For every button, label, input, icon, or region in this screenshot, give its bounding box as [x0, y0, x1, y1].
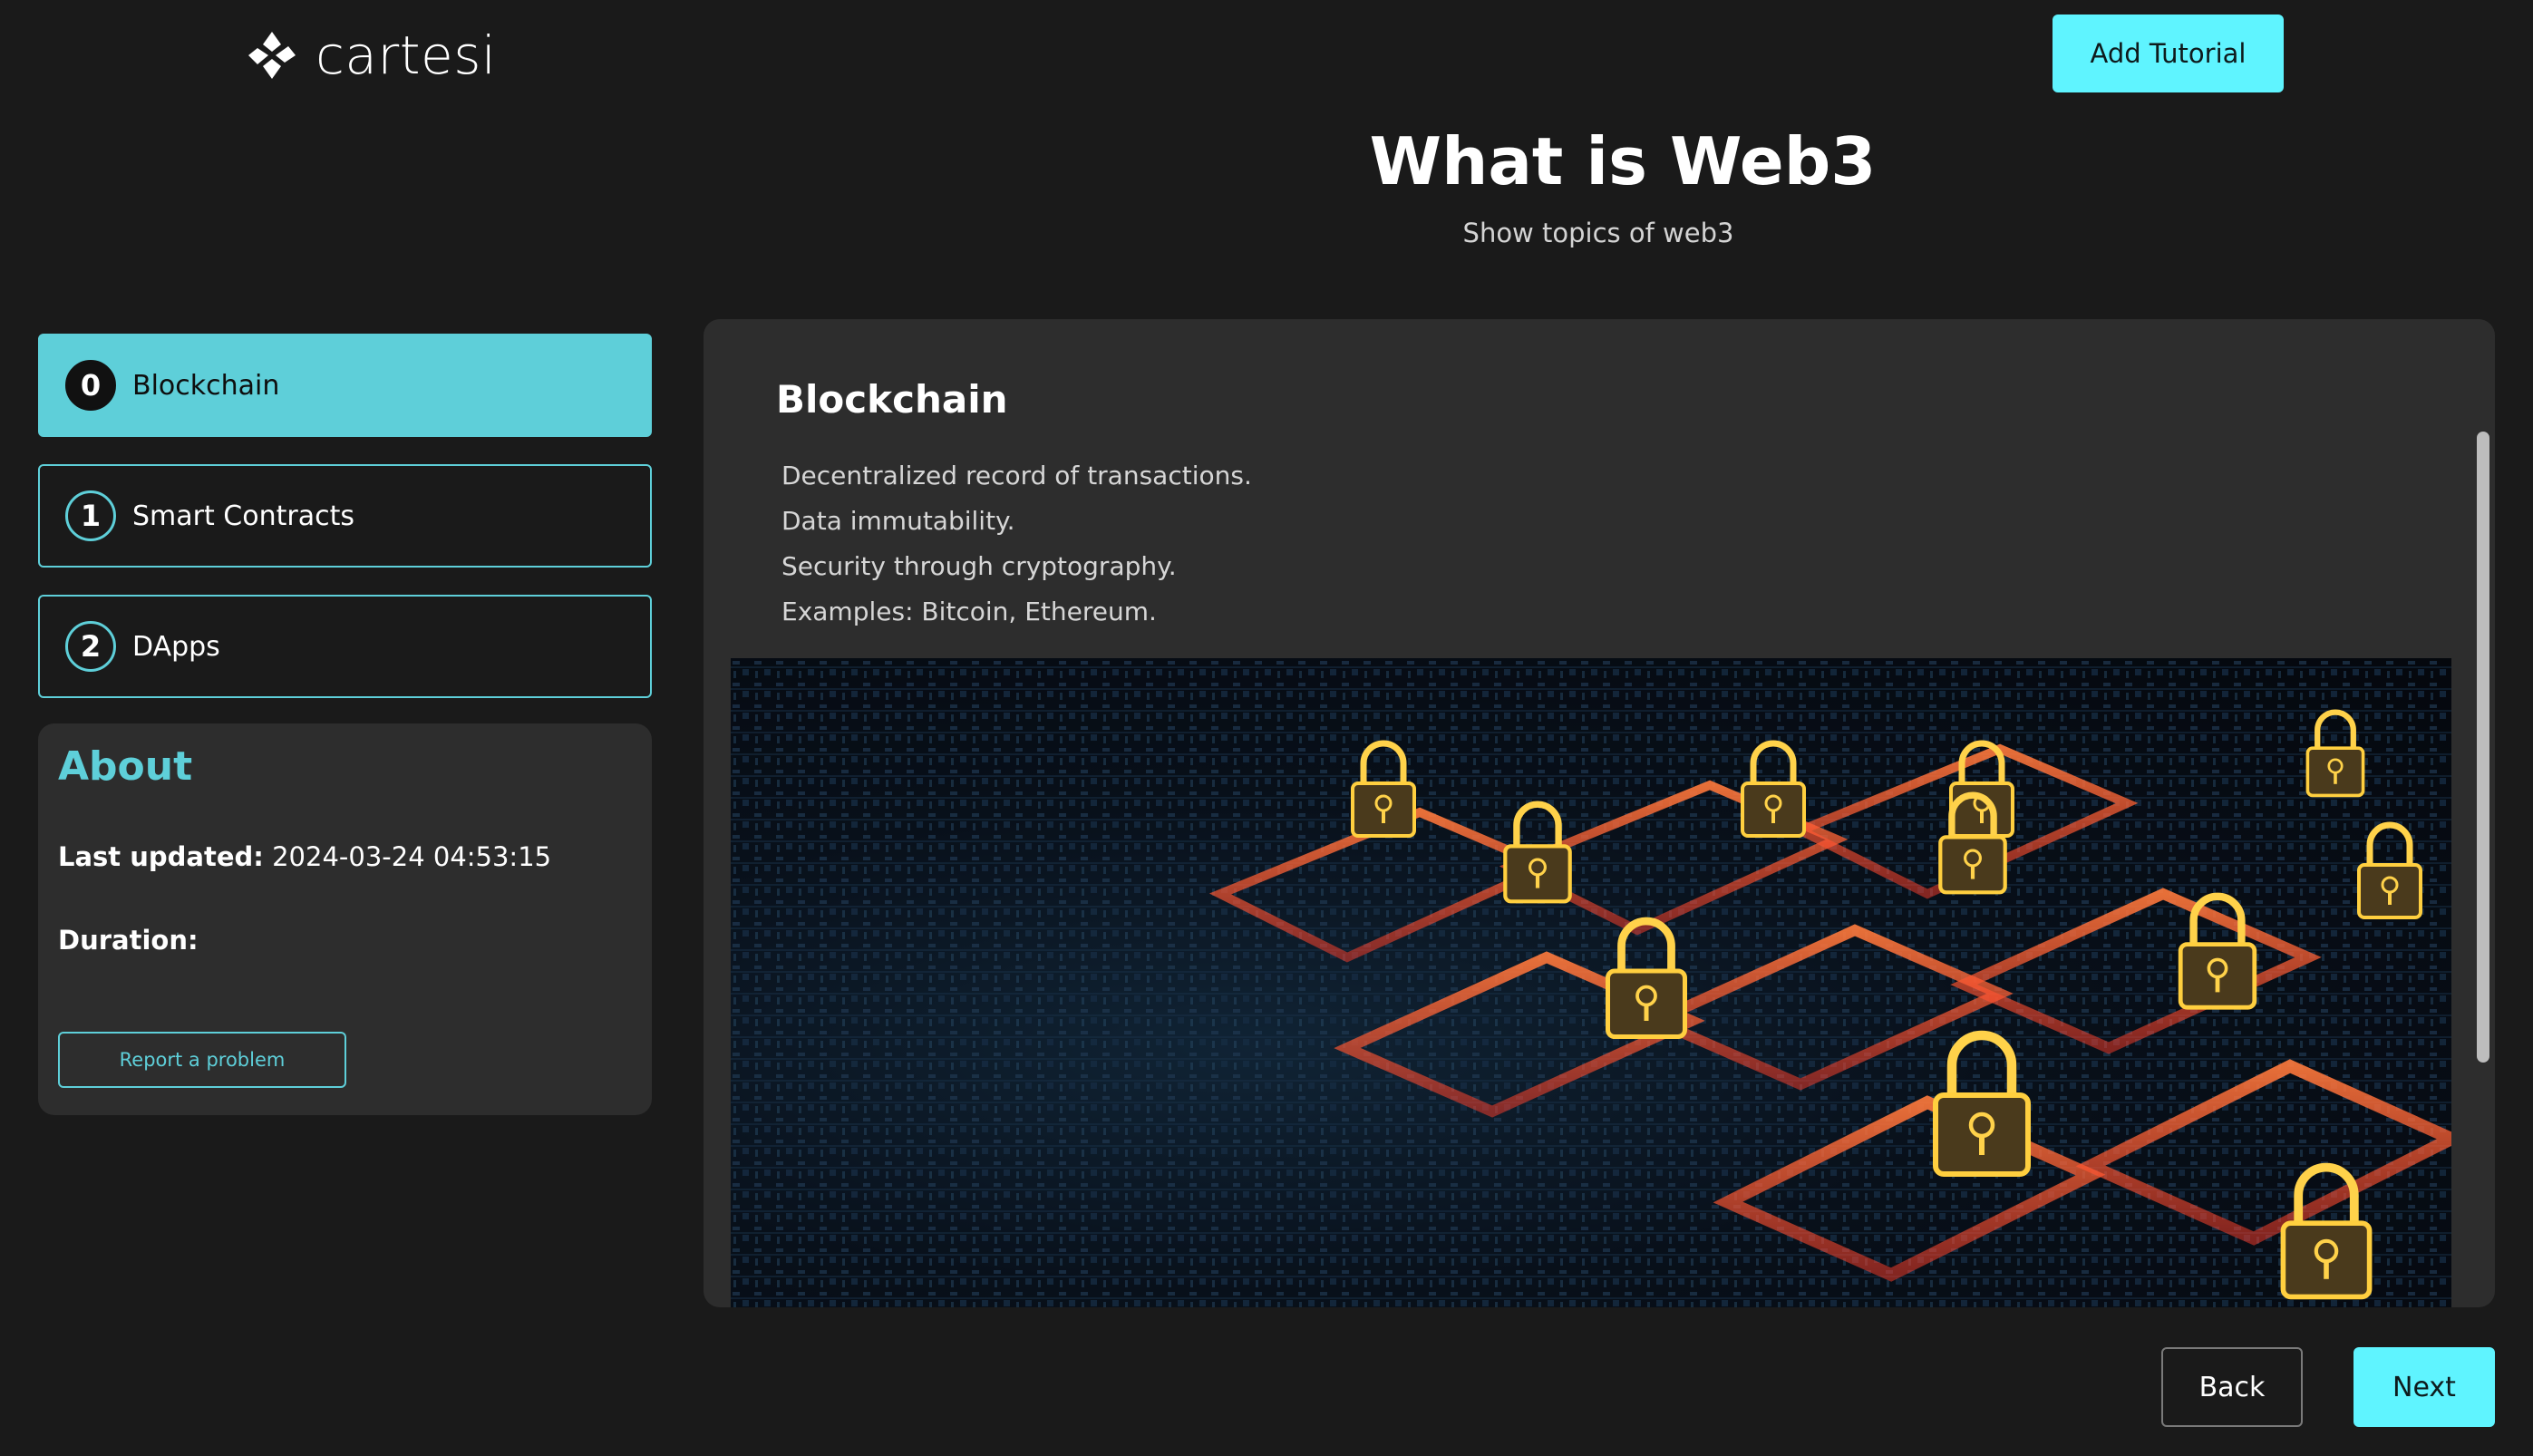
- step-number-badge: 1: [65, 490, 116, 541]
- cartesi-logo[interactable]: cartesi: [245, 20, 497, 91]
- step-number-badge: 2: [65, 621, 116, 672]
- content-title: Blockchain: [776, 377, 1008, 422]
- step-smart-contracts[interactable]: 1 Smart Contracts: [38, 464, 652, 568]
- tutorial-page: cartesi Add Tutorial What is Web3 Show t…: [0, 0, 2533, 1456]
- duration-row: Duration:: [58, 925, 199, 956]
- last-updated-row: Last updated: 2024-03-24 04:53:15: [58, 841, 551, 872]
- page-subtitle: Show topics of web3: [1462, 218, 1734, 248]
- step-label: DApps: [132, 630, 220, 663]
- content-card: Blockchain Decentralized record of trans…: [704, 319, 2495, 1307]
- content-line: Examples: Bitcoin, Ethereum.: [781, 597, 1157, 626]
- last-updated-label: Last updated:: [58, 841, 264, 872]
- step-number-badge: 0: [65, 360, 116, 411]
- page-title: What is Web3: [1369, 123, 1877, 199]
- step-blockchain[interactable]: 0 Blockchain: [38, 334, 652, 437]
- logo-text: cartesi: [315, 24, 497, 86]
- cartesi-logo-icon: [248, 32, 296, 79]
- step-label: Smart Contracts: [132, 500, 354, 532]
- step-dapps[interactable]: 2 DApps: [38, 595, 652, 698]
- content-line: Data immutability.: [781, 506, 1015, 536]
- back-button[interactable]: Back: [2161, 1347, 2303, 1427]
- padlock-illustration: [731, 658, 2451, 1307]
- next-button[interactable]: Next: [2353, 1347, 2495, 1427]
- last-updated-value: 2024-03-24 04:53:15: [272, 841, 552, 872]
- blockchain-padlock-image: [731, 658, 2451, 1307]
- add-tutorial-button[interactable]: Add Tutorial: [2053, 15, 2284, 92]
- content-line: Security through cryptography.: [781, 551, 1177, 581]
- content-scrollbar[interactable]: [2477, 432, 2489, 1063]
- duration-label: Duration:: [58, 925, 199, 956]
- content-line: Decentralized record of transactions.: [781, 461, 1252, 490]
- step-label: Blockchain: [132, 369, 280, 402]
- about-panel: About Last updated: 2024-03-24 04:53:15 …: [38, 723, 652, 1115]
- about-title: About: [58, 743, 193, 790]
- report-problem-button[interactable]: Report a problem: [58, 1032, 346, 1088]
